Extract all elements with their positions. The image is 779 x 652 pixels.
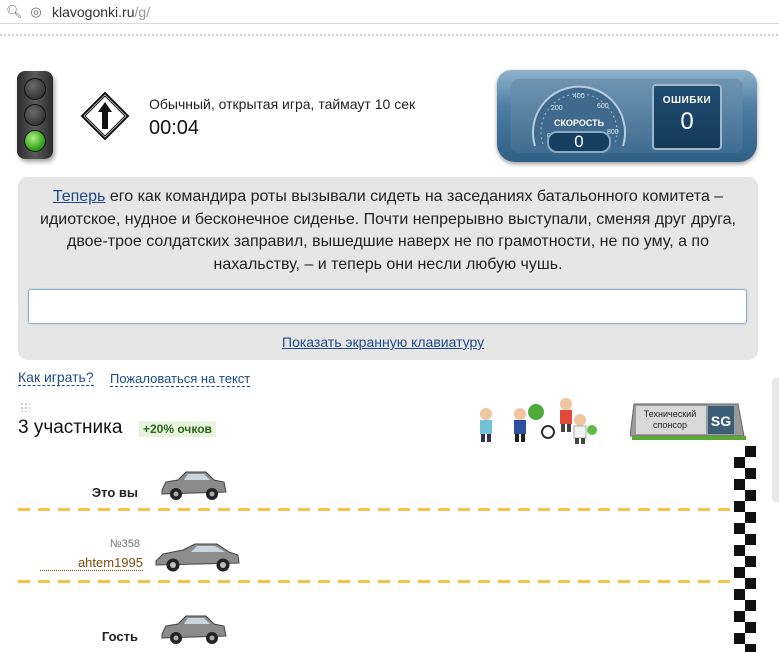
racer-rank: №358 (109, 538, 140, 550)
straight-arrow-road-sign-icon (80, 91, 130, 141)
technical-sponsor-banner[interactable]: Технический спонсор SG (630, 400, 746, 440)
traffic-light-yellow-lamp (24, 104, 46, 126)
lane-divider (18, 580, 732, 583)
search-icon: 🔍︎ (6, 3, 23, 19)
url-text[interactable]: klavogonki.ru/g/ (52, 4, 150, 20)
url-domain: klavogonki.ru (52, 3, 135, 20)
errors-box: ОШИБКИ 0 (652, 84, 722, 150)
car-icon (161, 471, 227, 500)
sponsor-line-2: спонсор (653, 420, 687, 430)
traffic-light-icon (17, 71, 53, 159)
racer-name-guest: Гость (101, 629, 138, 644)
race-text: Теперь его как командира роты вызывали с… (28, 186, 748, 276)
sponsor-logo: SG (711, 413, 731, 429)
car-icon (155, 543, 240, 572)
current-word: Теперь (52, 188, 106, 205)
traffic-light-red-lamp (24, 78, 46, 100)
race-timer: 00:04 (149, 117, 200, 139)
drag-handle-icon (20, 402, 30, 412)
participants-count: 3 участника (18, 417, 123, 438)
speed-value: 0 (547, 131, 611, 153)
racer-nick-link[interactable]: ahtem1995 (40, 555, 143, 571)
show-keyboard-link[interactable]: Показать экранную клавиатуру (282, 334, 484, 350)
divider (0, 34, 779, 36)
address-bar[interactable]: 🔍︎ ◎ klavogonki.ru/g/ (0, 0, 779, 24)
game-type-label: Обычный, открытая игра, таймаут 10 сек (149, 96, 416, 112)
speed-label: СКОРОСТЬ (554, 118, 605, 128)
report-text-link[interactable]: Пожаловаться на текст (110, 371, 251, 387)
bonus-badge: +20% очков (139, 421, 216, 437)
racer-name-you: Это вы (91, 485, 138, 500)
page: 🔍︎ ◎ klavogonki.ru/g/ Обычный, открытая … (0, 0, 779, 652)
car-icon (161, 615, 227, 644)
globe-icon: ◎ (30, 3, 42, 19)
typing-panel: Теперь его как командира роты вызывали с… (18, 177, 758, 360)
gauge-tick-200: 200 (551, 105, 563, 112)
typing-input[interactable] (28, 289, 747, 324)
side-scroll-tab[interactable] (772, 378, 779, 502)
errors-value: 0 (680, 108, 694, 135)
remaining-text: его как командира роты вызывали сидеть н… (40, 188, 736, 273)
url-path: /g/ (134, 3, 151, 20)
finish-line-flag (734, 446, 756, 652)
speedometer-dashboard: 0 200 400 600 800 СКОРОСТЬ 0 ОШИБКИ 0 (497, 70, 757, 162)
errors-label: ОШИБКИ (662, 95, 712, 106)
sponsor-line-1: Технический (644, 409, 696, 419)
traffic-light-green-lamp (24, 130, 46, 152)
gauge-tick-400: 400 (573, 93, 585, 100)
how-to-play-link[interactable]: Как играть? (18, 369, 94, 386)
lane-divider (18, 508, 732, 511)
spectators-icon (480, 398, 597, 444)
gauge-tick-600: 600 (597, 103, 609, 110)
